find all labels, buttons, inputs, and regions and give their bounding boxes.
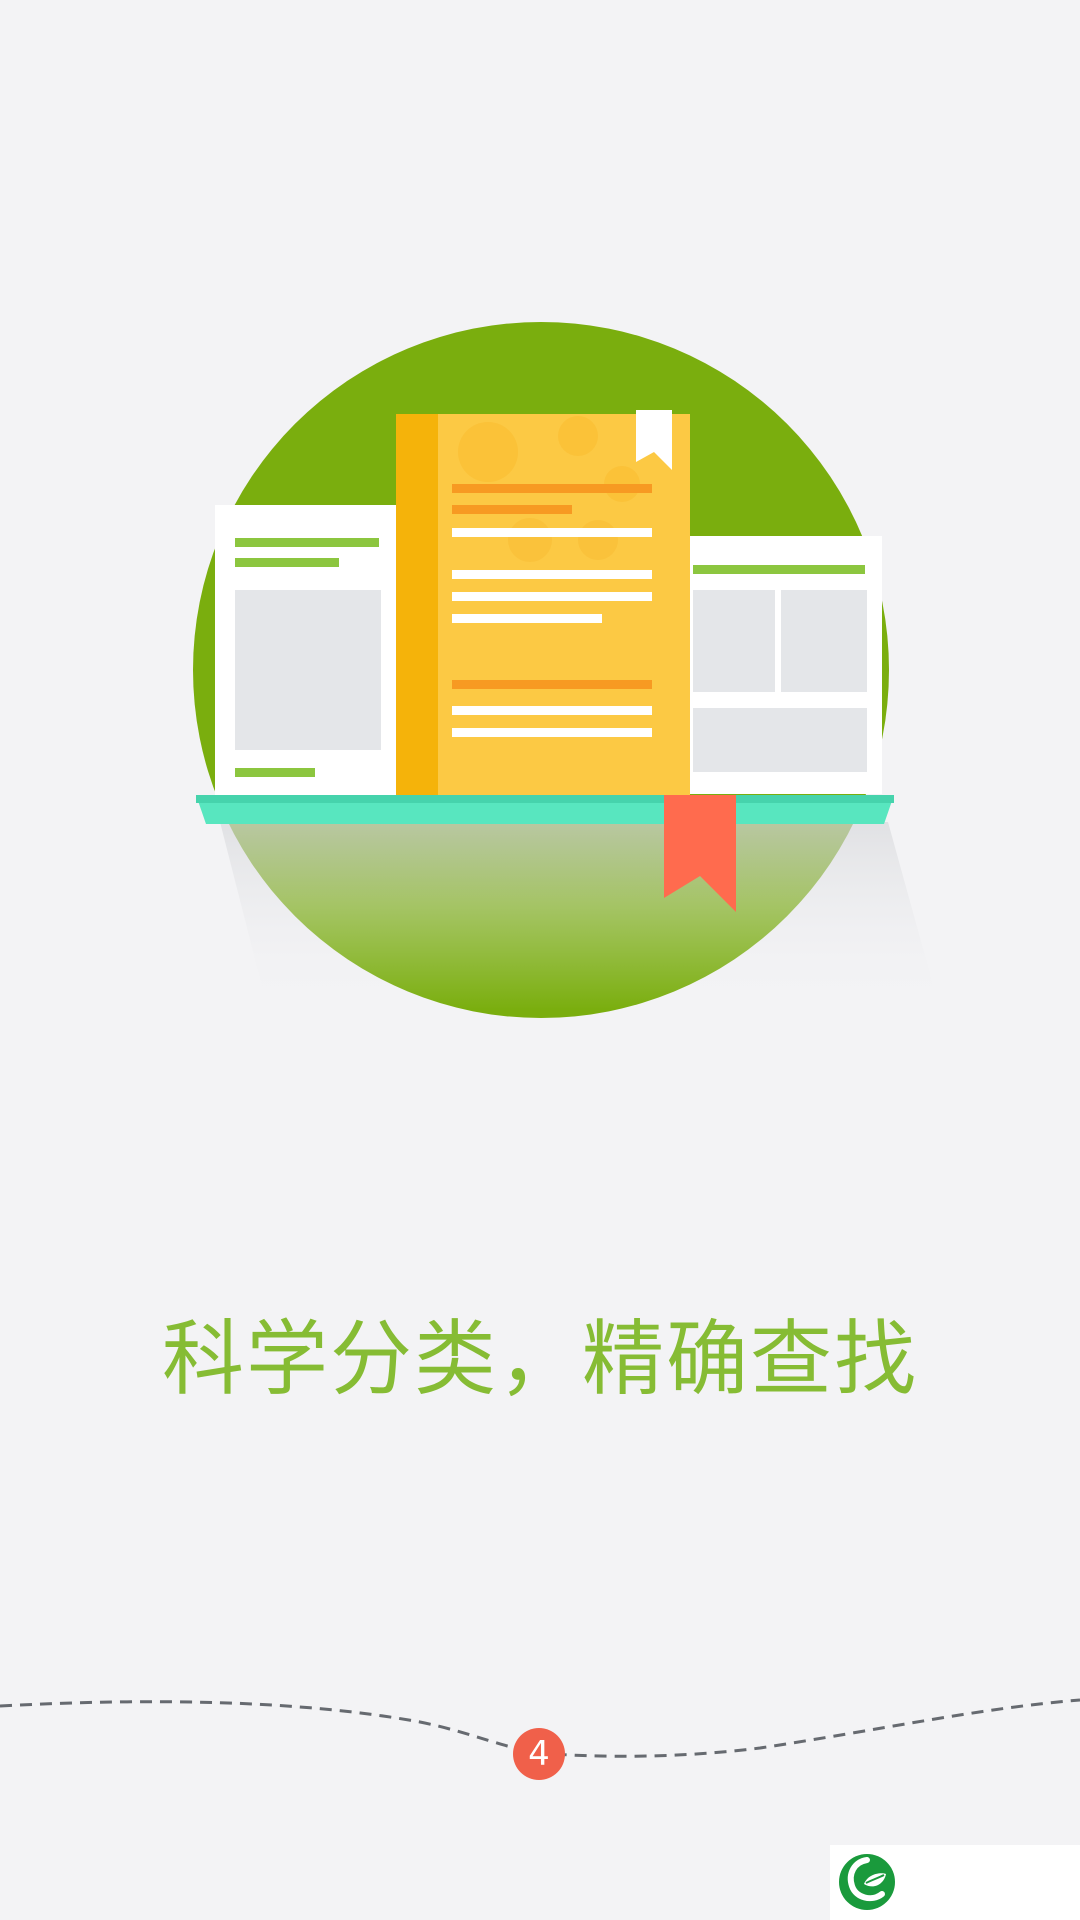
left-page — [215, 505, 397, 795]
bookshelf-illustration — [193, 322, 940, 1018]
shelf-shadow — [220, 822, 940, 1010]
page-indicator-badge: 4 — [513, 1728, 565, 1780]
shelf — [196, 795, 894, 824]
leaf-logo-icon — [839, 1854, 895, 1910]
right-page — [688, 536, 882, 794]
onboarding-screen: 科学分类，精确查找 4 — [0, 0, 1080, 1920]
onboarding-headline: 科学分类，精确查找 — [161, 1312, 918, 1407]
yellow-book — [396, 410, 690, 795]
